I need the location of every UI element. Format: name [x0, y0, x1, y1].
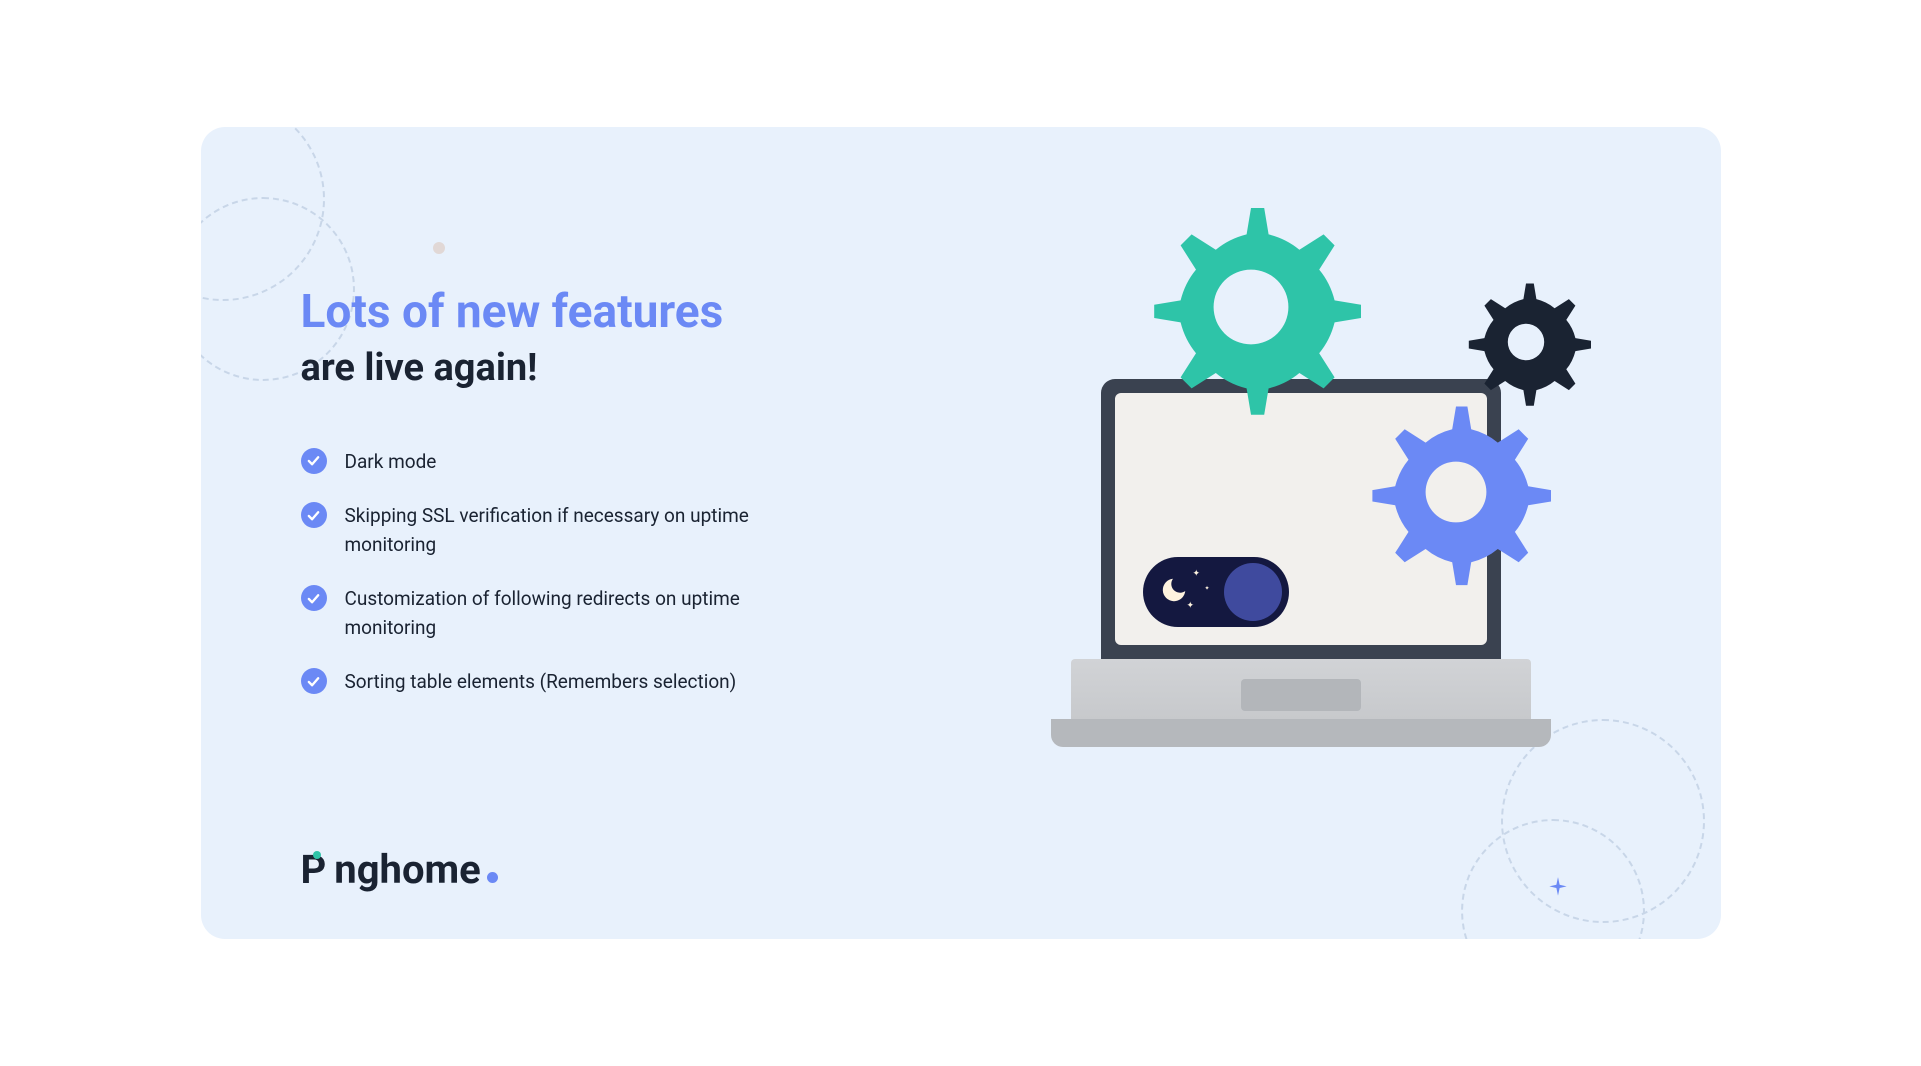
laptop-base [1051, 719, 1551, 747]
dark-mode-toggle-illustration: ✦ ✦ ✦ [1143, 557, 1289, 627]
feature-announcement-card: Lots of new features are live again! Dar… [201, 127, 1721, 939]
feature-list: Dark mode Skipping SSL verification if n… [301, 448, 821, 697]
decorative-dot [433, 242, 445, 254]
check-icon [301, 668, 327, 694]
feature-text: Skipping SSL verification if necessary o… [345, 502, 765, 559]
sparkle-icon [1545, 875, 1571, 901]
feature-item: Sorting table elements (Remembers select… [301, 668, 821, 697]
gear-icon-dark [1461, 277, 1591, 407]
text-content: Lots of new features are live again! Dar… [301, 285, 821, 697]
check-icon [301, 585, 327, 611]
check-icon [301, 448, 327, 474]
heading-highlight: Lots of new features [301, 285, 821, 340]
feature-item: Dark mode [301, 448, 821, 477]
brand-logo: Pnghome [301, 846, 498, 893]
laptop-trackpad [1241, 679, 1361, 711]
feature-item: Customization of following redirects on … [301, 585, 821, 642]
star-icon: ✦ [1193, 569, 1201, 579]
feature-text: Sorting table elements (Remembers select… [345, 668, 737, 697]
laptop-keyboard [1071, 659, 1531, 719]
toggle-knob [1224, 563, 1282, 621]
gear-icon-teal [1141, 197, 1361, 417]
laptop-illustration: ✦ ✦ ✦ [1021, 207, 1581, 767]
brand-text-rest: nghome [334, 846, 481, 893]
star-icon: ✦ [1187, 601, 1195, 611]
feature-text: Customization of following redirects on … [345, 585, 765, 642]
gear-icon-blue [1361, 397, 1551, 587]
brand-period-dot [487, 872, 498, 883]
feature-item: Skipping SSL verification if necessary o… [301, 502, 821, 559]
moon-icon [1159, 575, 1189, 609]
feature-text: Dark mode [345, 448, 437, 477]
heading-subtitle: are live again! [301, 346, 821, 392]
check-icon [301, 502, 327, 528]
star-icon: ✦ [1205, 585, 1210, 592]
